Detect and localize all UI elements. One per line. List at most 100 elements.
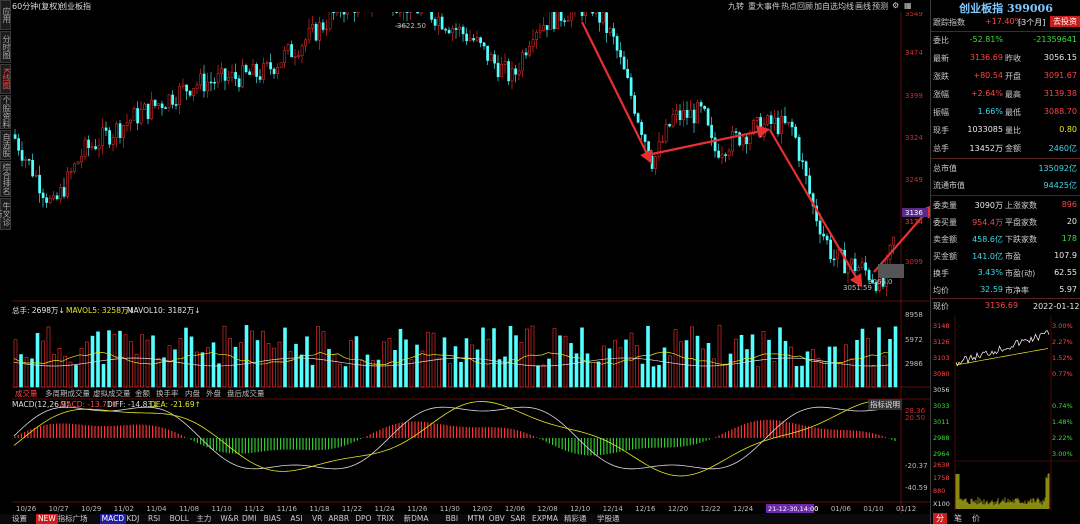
volume-bar (13, 339, 18, 388)
volume-bar (299, 354, 304, 388)
indicator-tab[interactable]: BOLL (170, 514, 189, 524)
indicator-tab[interactable]: 设置 (12, 514, 27, 524)
indicator-tab[interactable]: MACD (99, 514, 127, 524)
quote-row: 换手 3.43% 市盈(动) 62.55 (933, 265, 1079, 283)
date-tick: 12/16 (635, 505, 656, 513)
volume-bar (701, 348, 705, 388)
link-hot-review[interactable]: 热点回顾 (781, 1, 813, 12)
gear-icon[interactable]: ⚙ (892, 1, 899, 10)
candle (52, 195, 55, 199)
grid-icon[interactable]: ▦ (904, 1, 912, 10)
candle (122, 125, 125, 138)
tab-stock-info[interactable]: 个股资料 (0, 95, 11, 129)
macd-tick: -20.37 (905, 462, 928, 470)
vol-tab-virtual[interactable]: 虚拟成交量 (93, 388, 131, 399)
track-period[interactable]: [3个月] (1018, 17, 1045, 28)
mini-right-tick: 0.77% (1052, 370, 1073, 378)
trend-arrows (581, 21, 930, 288)
mini-right-tick: 0.74% (1052, 402, 1073, 410)
invest-button[interactable]: 去投资 (1050, 16, 1080, 27)
candle (132, 108, 136, 121)
track-label: 跟踪指数 (933, 18, 965, 27)
link-major-events[interactable]: 重大事件 (748, 1, 780, 12)
indicator-tab[interactable]: W&R (220, 514, 238, 524)
link-add-watchlist[interactable]: 加自选 (814, 1, 838, 12)
indicator-tab[interactable]: ARBR (328, 514, 349, 524)
indicator-tab[interactable]: 学股通 (597, 514, 620, 524)
quote-panel: 创业板指 399006 跟踪指数 +17.40% [3个月] 去投资 委比 -52… (930, 0, 1080, 524)
indicator-tab[interactable]: VR (312, 514, 322, 524)
volume-bar (536, 365, 540, 388)
indicator-tab[interactable]: RSI (148, 514, 160, 524)
tab-apps[interactable]: 应用 (0, 0, 11, 30)
index-name-label: 创业板指 (59, 2, 91, 11)
tab-tick-trade[interactable]: 笔 (951, 513, 965, 524)
indicator-tab[interactable]: SAR (510, 514, 525, 524)
link-jiuzhuan[interactable]: 九转 (728, 1, 744, 12)
candle (55, 195, 59, 200)
tab-timeshare[interactable]: 分时图 (0, 31, 11, 63)
tab-watchlist[interactable]: 自选股 (0, 130, 11, 160)
candle (223, 68, 227, 81)
volume-bar (635, 345, 639, 388)
indicator-help-button[interactable]: 指标说明 (868, 399, 902, 410)
quote-row: 现手 1033085 量比 0.80 (933, 122, 1079, 140)
indicator-tab[interactable]: OBV (489, 514, 505, 524)
indicator-tab[interactable]: DMI (242, 514, 256, 524)
indicator-tab[interactable]: ASI (290, 514, 302, 524)
vol-tab-inner[interactable]: 内盘 (185, 388, 200, 399)
vol-tab-turnover[interactable]: 换手率 (156, 388, 179, 399)
volume-bar (250, 330, 254, 388)
indicator-tab[interactable]: NEW (36, 514, 58, 524)
period-label[interactable]: 60分钟(复权) (12, 1, 60, 12)
intraday-mini-chart[interactable]: 3148 3.00% 3126 2.27% 3103 1.52% 3080 0.77% 3056… (931, 315, 1079, 511)
indicator-tab[interactable]: BIAS (264, 514, 281, 524)
indicator-tab[interactable]: 主力 (196, 514, 211, 524)
candle (489, 54, 493, 61)
volume-bar (305, 336, 309, 388)
quote-value: 3091.67 (1043, 71, 1077, 80)
indicator-tab[interactable]: 指标广场 (58, 514, 88, 524)
candle (458, 26, 461, 30)
mini-left-tick: 3148 (933, 322, 950, 330)
candle (801, 160, 804, 162)
candle (496, 62, 500, 78)
candle (503, 61, 507, 65)
tab-tick-minute[interactable]: 分 (933, 513, 947, 524)
vol-tab-outer[interactable]: 外盘 (206, 388, 221, 399)
tab-ranking[interactable]: 综合排名 (0, 161, 11, 197)
indicator-tab[interactable]: 精彩通 (564, 514, 587, 524)
volume-bar (222, 325, 227, 388)
tab-tick-price[interactable]: 价 (969, 513, 983, 524)
quote-value: 62.55 (1054, 268, 1077, 277)
vol-tab-afterhours[interactable]: 盘后成交量 (227, 388, 265, 399)
indicator-tab[interactable]: 新DMA (404, 514, 429, 524)
candle (328, 12, 332, 30)
link-draw-line[interactable]: 画线 (855, 1, 871, 12)
indicator-tab[interactable]: KDJ (126, 514, 139, 524)
tab-kline[interactable]: K线图 (0, 64, 11, 94)
quote-row: 涨跌 +80.54 开盘 3091.67 (933, 68, 1079, 86)
tab-diagnosis[interactable]: 牛叉诊断 (0, 198, 11, 230)
indicator-tab[interactable]: EXPMA (532, 514, 558, 524)
volume-bar (734, 338, 738, 388)
candle (776, 117, 780, 135)
date-tick: 11/30 (440, 505, 460, 513)
vol-tab-volume[interactable]: 成交量 (15, 388, 38, 399)
volume-bar (52, 354, 56, 388)
candle (685, 109, 689, 118)
indicator-tab[interactable]: TRIX (377, 514, 394, 524)
vol-tab-amount[interactable]: 金额 (135, 388, 150, 399)
link-forecast[interactable]: 预测 (872, 1, 888, 12)
candle (34, 174, 38, 177)
kline-chart[interactable]: 3549 3474 3399 3324 3249 3174 3099 3136 … (12, 12, 930, 514)
link-moving-average[interactable]: 均线 (838, 1, 854, 12)
volume-tick: 8958 (905, 311, 923, 319)
mini-left-tick: 3103 (933, 354, 950, 362)
quote-label: 平盘家数 (1005, 218, 1037, 227)
indicator-tab[interactable]: BBI (446, 514, 459, 524)
indicator-tab[interactable]: DPO (355, 514, 371, 524)
vol-tab-multi[interactable]: 多周期成交量 (45, 388, 90, 399)
candle (111, 137, 115, 145)
indicator-tab[interactable]: MTM (467, 514, 485, 524)
